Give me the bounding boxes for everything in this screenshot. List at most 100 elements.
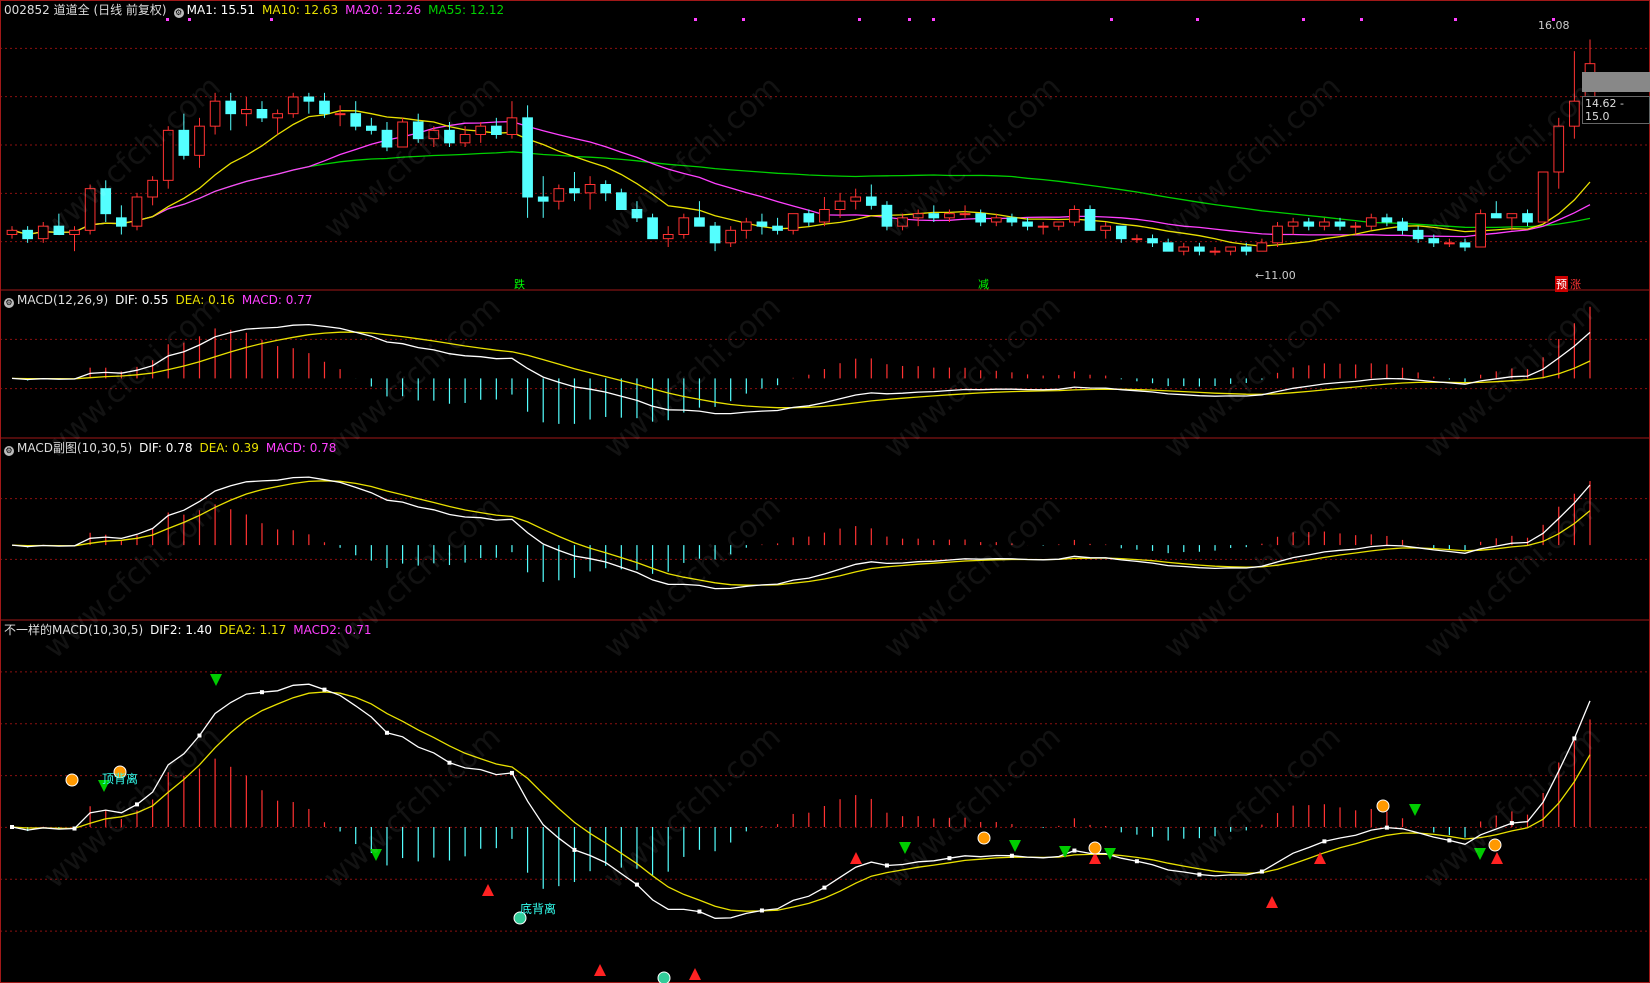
candle-body: [412, 121, 424, 140]
candle-body: [1053, 221, 1065, 227]
candle-body: [756, 221, 768, 227]
buy-arrow-icon: [594, 964, 606, 976]
candle-body: [1115, 225, 1127, 240]
dif-point-marker: [947, 856, 952, 861]
candle-body: [490, 125, 502, 135]
candle-body: [600, 184, 612, 194]
candle-body: [1350, 225, 1361, 228]
candle-body: [69, 229, 80, 235]
candle-body: [1553, 125, 1565, 173]
macd2-header: ⚙ MACD副图(10,30,5) DIF: 0.78 DEA: 0.39 MACD: …: [4, 440, 343, 456]
top-marker-dot: [908, 18, 911, 21]
candle-body: [428, 129, 440, 140]
candle-body: [100, 188, 112, 215]
macd2-pane: [11, 476, 1591, 590]
signal-circle-icon: [977, 831, 991, 845]
dif-point-marker: [509, 770, 514, 775]
dif-point-marker: [572, 847, 577, 852]
candle-body: [740, 221, 752, 231]
rise-signal-label: 涨: [1570, 278, 1581, 291]
settings-icon[interactable]: ⚙: [4, 298, 14, 308]
macd3-pane: [10, 674, 1591, 983]
candle-body: [819, 209, 830, 223]
candle-body: [1084, 209, 1096, 231]
dif-point-marker: [1322, 839, 1327, 844]
candle-body: [1225, 246, 1236, 252]
candle-body: [53, 225, 65, 236]
signal-circle-icon: [1088, 841, 1102, 855]
candle-body: [178, 129, 190, 156]
macd1-title[interactable]: MACD(12,26,9): [17, 293, 108, 307]
dea-line: [11, 331, 1591, 409]
candle-body: [194, 125, 205, 156]
candle-body: [897, 217, 908, 227]
sell-arrow-icon: [1009, 840, 1021, 852]
pane-borders: [0, 0, 1650, 983]
candle-body: [1475, 213, 1486, 248]
dif-point-marker: [884, 863, 889, 868]
candle-body: [303, 96, 315, 102]
candle-body: [990, 217, 1002, 223]
top-marker-dot: [1454, 18, 1457, 21]
dif-point-marker: [10, 825, 14, 829]
candle-body: [1397, 221, 1408, 231]
candle-body: [553, 188, 565, 202]
ma55-value: MA55: 12.12: [428, 3, 505, 17]
candle-body: [22, 229, 33, 240]
high-price-label: 16.08: [1538, 19, 1570, 32]
candle-body: [1319, 221, 1330, 227]
candle-body: [537, 196, 549, 202]
dif-point-marker: [447, 760, 452, 765]
settings-icon[interactable]: ⚙: [173, 8, 184, 18]
settings-icon[interactable]: ⚙: [4, 446, 14, 456]
candle-body: [522, 117, 533, 198]
candle-body: [1069, 209, 1080, 223]
candle-body: [1522, 213, 1533, 223]
dif-point-marker: [259, 690, 264, 695]
sell-arrow-icon: [899, 842, 911, 854]
candle-body: [1381, 217, 1393, 223]
price-header: 002852 道道全 (日线 前复权) ⚙ MA1: 15.51 MA10: 12.6…: [4, 2, 511, 18]
buy-arrow-icon: [1266, 896, 1278, 908]
macd3-title[interactable]: 不一样的MACD(10,30,5): [4, 623, 143, 637]
top-marker-dot: [1360, 18, 1363, 21]
sell-arrow-icon: [1409, 804, 1421, 816]
dif-point-marker: [822, 885, 827, 890]
sell-arrow-icon: [1474, 848, 1486, 860]
candle-body: [1131, 238, 1143, 241]
candle-body: [1537, 171, 1549, 223]
stock-title[interactable]: 002852 道道全 (日线 前复权): [4, 3, 167, 17]
ma20-value: MA20: 12.26: [345, 3, 422, 17]
dif-point-marker: [697, 909, 702, 914]
top-marker-dot: [166, 18, 169, 21]
top-marker-dot: [858, 18, 861, 21]
sell-arrow-icon: [210, 674, 222, 686]
candle-body: [678, 217, 690, 235]
candle-body: [475, 125, 487, 135]
top-marker-dot: [1110, 18, 1113, 21]
price-range-label: 14.62 - 15.0: [1582, 96, 1650, 124]
candle-body: [1428, 238, 1440, 244]
candle-body: [1147, 238, 1158, 244]
top-marker-dot: [1302, 18, 1305, 21]
reduce-signal-label: 减: [978, 278, 989, 291]
buy-arrow-icon: [1314, 852, 1326, 864]
buy-arrow-icon: [689, 968, 701, 980]
candle-body: [1272, 225, 1283, 244]
dif-point-marker: [1134, 859, 1139, 864]
top-marker-dot: [270, 18, 273, 21]
ma20-line: [11, 120, 1591, 238]
macd2-title[interactable]: MACD副图(10,30,5): [17, 441, 132, 455]
candle-body: [334, 113, 346, 116]
candle-body: [647, 217, 658, 240]
candle-body: [1365, 217, 1377, 227]
stock-chart-canvas[interactable]: [0, 0, 1650, 983]
candle-body: [787, 213, 799, 231]
top-marker-dot: [742, 18, 745, 21]
candle-body: [959, 213, 971, 216]
macd1-pane: [11, 306, 1591, 424]
candle-body: [1459, 242, 1471, 248]
candle-body: [84, 188, 96, 231]
candle-body: [37, 225, 49, 240]
candle-body: [850, 196, 862, 202]
